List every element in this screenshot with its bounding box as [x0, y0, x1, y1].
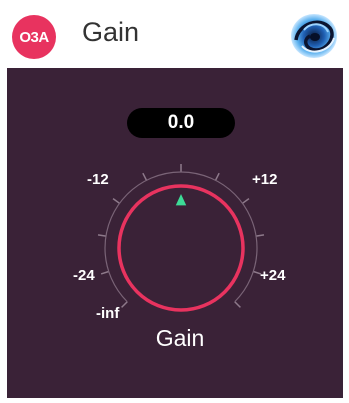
plugin-title: Gain	[82, 17, 140, 47]
gain-value-readout[interactable]: 0.0	[127, 108, 235, 138]
scale-label-minus-12: -12	[87, 171, 109, 188]
plugin-header: O3A Gain	[0, 0, 349, 68]
dial-tick	[234, 301, 241, 308]
scale-label-plus-12: +12	[252, 171, 278, 188]
dial-tick	[100, 270, 109, 275]
dial-tick	[214, 172, 220, 181]
plugin-window: O3A Gain 0.0 -12 +12 -24 +24 -inf Gain	[0, 0, 349, 403]
scale-label-minus-inf: -inf	[96, 305, 120, 322]
dial-tick	[121, 301, 128, 308]
dial-tick	[142, 172, 148, 181]
dial-tick	[97, 234, 107, 237]
dial-tick	[255, 234, 265, 237]
plugin-badge: O3A	[12, 15, 56, 59]
dial-tick	[242, 198, 250, 204]
control-panel: 0.0 -12 +12 -24 +24 -inf Gain	[7, 68, 343, 398]
spiral-logo-icon	[291, 14, 337, 58]
scale-label-minus-24: -24	[73, 267, 95, 284]
gain-knob-label: Gain	[155, 325, 205, 351]
dial-tick	[112, 198, 120, 204]
scale-label-plus-24: +24	[260, 267, 286, 284]
